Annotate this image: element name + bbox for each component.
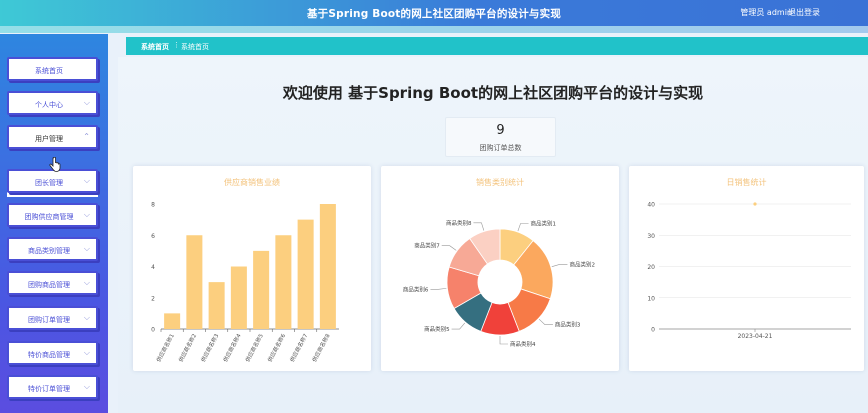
chevron-down-icon: ⌵ — [83, 244, 90, 253]
sidebar-item-product-management[interactable]: 团购商品管理 ⌵ — [7, 271, 98, 295]
y-tick-label: 0 — [651, 327, 655, 334]
bar — [230, 266, 247, 329]
category-sales-panel: 销售类别统计 商品类别1 商品类别2 商品类别3 商品类别4 商品类别5 商品类别6 商品类… — [381, 166, 619, 371]
hand-cursor-icon — [49, 157, 61, 172]
x-tick-label: 供应商名称8 — [310, 332, 332, 364]
bar — [186, 235, 203, 329]
sidebar-item-order-management[interactable]: 团购订单管理 ⌵ — [7, 306, 98, 330]
y-tick-label: 4 — [151, 264, 155, 271]
sidebar-item-label: 团购商品管理 — [28, 281, 70, 289]
sidebar-item-label: 商品类别管理 — [28, 247, 70, 255]
pie-leader-line — [430, 288, 447, 290]
sidebar-item-home[interactable]: 系统首页 — [7, 57, 98, 81]
x-tick-label: 供应商名称2 — [177, 332, 199, 363]
pie-label: 商品类别3 — [555, 321, 581, 329]
sidebar-item-label: 团长管理 — [35, 179, 63, 187]
pie-label: 商品类别2 — [569, 260, 595, 268]
breadcrumb: 系统首页 ⋮ 系统首页 — [126, 37, 868, 55]
page-title: 欢迎使用 基于Spring Boot的网上社区团购平台的设计与实现 — [282, 84, 704, 102]
x-tick-label: 供应商名称4 — [221, 332, 243, 364]
bar — [275, 235, 292, 329]
pie-leader-line — [473, 222, 485, 231]
top-header: 基于Spring Boot的网上社区团购平台的设计与实现 管理员 admin 退… — [0, 0, 868, 26]
chevron-down-icon: ⌵ — [83, 348, 90, 357]
y-tick-label: 0 — [151, 327, 155, 334]
sidebar-item-special-order-management[interactable]: 特价订单管理 ⌵ — [7, 375, 98, 399]
pie-leader-line — [441, 245, 457, 251]
order-count-card: 9 团购订单总数 — [445, 117, 556, 157]
pie-label: 商品类别7 — [414, 242, 440, 250]
order-count-caption: 团购订单总数 — [479, 144, 522, 152]
y-tick-label: 2 — [151, 295, 155, 302]
chevron-down-icon: ⌵ — [83, 176, 90, 185]
supplier-sales-chart: 02468供应商名称1 供应商名称2 供应商名称3 供应商名称4 供应商名称5 供应商名称… — [151, 202, 339, 364]
sidebar-item-label: 特价商品管理 — [28, 351, 70, 359]
breadcrumb-home[interactable]: 系统首页 — [141, 42, 169, 52]
x-tick-label: 供应商名称5 — [243, 332, 265, 364]
sidebar-item-label: 特价订单管理 — [28, 385, 70, 393]
bar — [164, 313, 181, 329]
breadcrumb-separator: ⋮ — [173, 41, 180, 49]
y-tick-label: 8 — [151, 202, 155, 209]
x-tick-label: 供应商名称7 — [288, 332, 310, 364]
x-tick-label: 2023-04-21 — [738, 333, 773, 340]
category-sales-chart: 商品类别1 商品类别2 商品类别3 商品类别4 商品类别5 商品类别6 商品类别7 商品类别8 — [403, 219, 595, 348]
pie-label: 商品类别1 — [531, 220, 557, 228]
sidebar-item-label: 用户管理 — [35, 135, 63, 143]
pie-label: 商品类别5 — [424, 325, 450, 333]
chevron-down-icon: ⌵ — [83, 382, 90, 391]
logout-link[interactable]: 退出登录 — [788, 7, 820, 18]
app-title: 基于Spring Boot的网上社区团购平台的设计与实现 — [306, 8, 562, 20]
chevron-down-icon: ⌵ — [83, 313, 90, 322]
order-count-value: 9 — [496, 123, 505, 138]
chevron-down-icon: ⌵ — [83, 210, 90, 219]
sidebar-item-supplier-management[interactable]: 团购供应商管理 ⌵ — [7, 203, 98, 227]
daily-sales-panel: 日销售统计 0 10 20 30 40 2023-04-21 — [629, 166, 864, 371]
y-tick-label: 20 — [647, 264, 655, 271]
sidebar-item-category-management[interactable]: 商品类别管理 ⌵ — [7, 237, 98, 261]
pie-leader-line — [499, 336, 508, 345]
pie-leader-line — [538, 318, 553, 326]
bar — [297, 219, 314, 329]
pie-label: 商品类别8 — [446, 219, 472, 227]
line-point — [753, 202, 757, 206]
sidebar-item-user-management[interactable]: 用户管理 ⌃ — [7, 125, 98, 149]
chevron-down-icon: ⌵ — [83, 278, 90, 287]
y-tick-label: 10 — [647, 295, 655, 302]
pie-label: 商品类别6 — [403, 285, 429, 293]
y-tick-label: 6 — [151, 233, 155, 240]
sidebar-item-label: 个人中心 — [35, 101, 63, 109]
sidebar: 系统首页 个人中心 ⌵ 用户管理 ⌃ 团长管理 ⌵ 团购供应商管理 ⌵ 商品类别… — [0, 34, 108, 413]
current-user: 管理员 admin — [740, 8, 792, 17]
x-tick-label: 供应商名称1 — [154, 332, 176, 363]
x-tick-label: 供应商名称6 — [266, 332, 288, 364]
pie-leader-line — [451, 322, 466, 330]
sidebar-item-label: 团购订单管理 — [28, 316, 70, 324]
y-tick-label: 40 — [647, 202, 655, 209]
breadcrumb-current: 系统首页 — [181, 43, 209, 51]
header-strip — [0, 26, 868, 33]
chevron-up-icon: ⌃ — [83, 132, 90, 141]
supplier-sales-panel: 供应商销售业绩 0 2 4 6 8 供应商名称1 供应商名称2 供应商名称3 供应商名称4 供应商… — [133, 166, 371, 371]
x-tick-label: 供应商名称3 — [199, 332, 221, 364]
bar — [253, 250, 270, 329]
sidebar-item-label: 团购供应商管理 — [24, 213, 74, 221]
pie-leader-line — [551, 264, 568, 267]
pie-leader-line — [517, 223, 529, 232]
sidebar-item-personal-center[interactable]: 个人中心 ⌵ — [7, 91, 98, 115]
bar — [319, 204, 336, 329]
sidebar-item-special-product-management[interactable]: 特价商品管理 ⌵ — [7, 341, 98, 365]
y-tick-label: 30 — [647, 233, 655, 240]
pie-label: 商品类别4 — [510, 340, 536, 348]
bar — [208, 282, 225, 329]
sidebar-item-label: 系统首页 — [35, 67, 63, 75]
chevron-down-icon: ⌵ — [83, 98, 90, 107]
daily-sales-chart: 0 10 20 30 40 2023-04-21 — [647, 202, 851, 340]
